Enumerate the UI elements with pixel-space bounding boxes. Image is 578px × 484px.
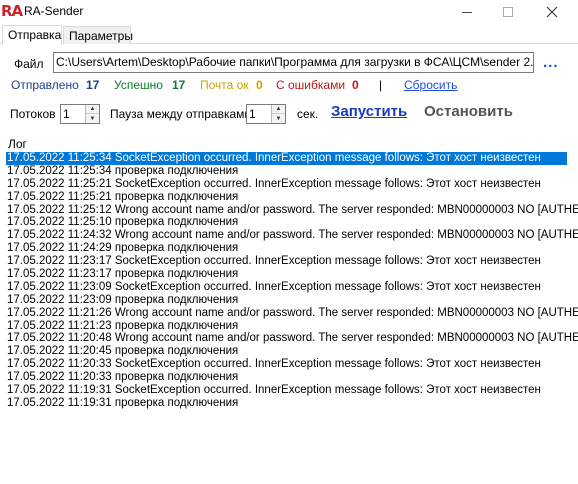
log-row[interactable]: 17.05.2022 11:21:23 проверка подключения <box>6 320 578 333</box>
log-row[interactable]: 17.05.2022 11:23:09 проверка подключения <box>6 294 578 307</box>
start-button[interactable]: Запустить <box>331 103 407 120</box>
close-button[interactable] <box>530 0 574 24</box>
log-label: Лог <box>8 137 27 151</box>
sent-label: Отправлено <box>11 78 79 92</box>
errors-label: С ошибками <box>276 78 346 92</box>
log-row[interactable]: 17.05.2022 11:25:10 проверка подключения <box>6 216 578 229</box>
mail-ok-label: Почта ок <box>200 78 249 92</box>
reset-link[interactable]: Сбросить <box>404 78 457 92</box>
log-row[interactable]: 17.05.2022 11:25:34 проверка подключения <box>6 165 578 178</box>
pause-down-arrow-icon[interactable]: ▼ <box>272 114 285 123</box>
minimize-button[interactable] <box>445 0 489 24</box>
success-count: 17 <box>172 78 186 92</box>
pause-value: 1 <box>249 107 256 121</box>
log-row[interactable]: 17.05.2022 11:24:29 проверка подключения <box>6 242 578 255</box>
close-icon <box>546 6 558 18</box>
log-row[interactable]: 17.05.2022 11:25:21 проверка подключения <box>6 191 578 204</box>
browse-button[interactable]: ... <box>543 54 559 71</box>
log-row[interactable]: 17.05.2022 11:19:31 SocketException occu… <box>6 384 578 397</box>
app-logo-icon: RA <box>1 2 23 20</box>
log-row[interactable]: 17.05.2022 11:23:17 SocketException occu… <box>6 255 578 268</box>
log-row[interactable]: 17.05.2022 11:20:48 Wrong account name a… <box>6 332 578 345</box>
log-row[interactable]: 17.05.2022 11:20:33 проверка подключения <box>6 371 578 384</box>
maximize-button[interactable] <box>486 0 530 24</box>
send-tab-panel: Файл C:\Users\Artem\Desktop\Рабочие папк… <box>0 44 578 484</box>
pause-label: Пауза между отправками <box>110 107 252 121</box>
title-bar: RA RA-Sender <box>0 0 578 24</box>
pause-up-arrow-icon[interactable]: ▲ <box>272 105 285 114</box>
mail-ok-count: 0 <box>256 78 263 92</box>
log-row[interactable]: 17.05.2022 11:23:09 SocketException occu… <box>6 281 578 294</box>
threads-label: Потоков <box>10 107 56 121</box>
file-path-field[interactable]: C:\Users\Artem\Desktop\Рабочие папки\Про… <box>53 52 534 73</box>
file-label: Файл <box>14 57 44 71</box>
log-row[interactable]: 17.05.2022 11:25:21 SocketException occu… <box>6 178 578 191</box>
sent-count: 17 <box>86 78 100 92</box>
success-label: Успешно <box>114 78 163 92</box>
log-list[interactable]: 17.05.2022 11:25:34 SocketException occu… <box>6 152 578 452</box>
log-row[interactable]: 17.05.2022 11:24:32 Wrong account name a… <box>6 229 578 242</box>
log-row[interactable]: 17.05.2022 11:19:31 проверка подключения <box>6 397 578 410</box>
log-row[interactable]: 17.05.2022 11:21:26 Wrong account name a… <box>6 307 578 320</box>
seconds-label: сек. <box>297 107 319 121</box>
log-row[interactable]: 17.05.2022 11:20:33 SocketException occu… <box>6 358 578 371</box>
maximize-icon <box>503 7 513 17</box>
log-row[interactable]: 17.05.2022 11:20:45 проверка подключения <box>6 345 578 358</box>
log-row[interactable]: 17.05.2022 11:25:34 SocketException occu… <box>6 152 567 165</box>
threads-up-arrow-icon[interactable]: ▲ <box>86 105 99 114</box>
tab-parameters[interactable]: Параметры <box>63 26 133 45</box>
threads-down-arrow-icon[interactable]: ▼ <box>86 114 99 123</box>
pause-stepper[interactable]: 1 ▲ ▼ <box>246 104 286 124</box>
tab-strip: Отправка Параметры <box>0 25 578 45</box>
threads-stepper[interactable]: 1 ▲ ▼ <box>60 104 100 124</box>
window-title: RA-Sender <box>24 4 84 18</box>
log-row[interactable]: 17.05.2022 11:25:12 Wrong account name a… <box>6 204 578 217</box>
tab-send[interactable]: Отправка <box>2 25 62 45</box>
threads-value: 1 <box>63 107 70 121</box>
log-row[interactable]: 17.05.2022 11:23:17 проверка подключения <box>6 268 578 281</box>
stats-separator: | <box>379 78 383 92</box>
errors-count: 0 <box>352 78 359 92</box>
minimize-icon <box>462 11 472 13</box>
stop-button[interactable]: Остановить <box>424 103 513 120</box>
